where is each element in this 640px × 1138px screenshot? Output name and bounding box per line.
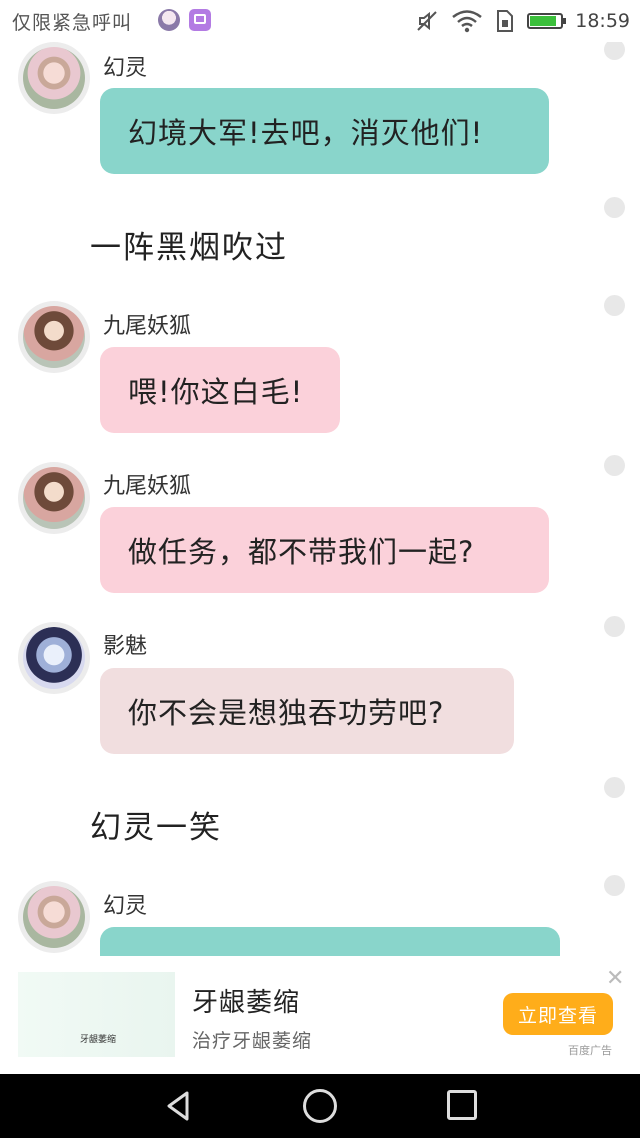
navigation-bar xyxy=(0,1074,640,1138)
message-bubble[interactable]: 幻境大军!去吧，消灭他们! xyxy=(100,88,549,174)
gallery-notification-icon xyxy=(189,9,211,31)
status-bar: 仅限紧急呼叫 18:59 xyxy=(0,0,640,42)
ad-title[interactable]: 牙龈萎缩 xyxy=(192,982,300,1019)
speaker-name: 幻灵 xyxy=(103,894,148,919)
mute-icon xyxy=(417,11,437,31)
avatar xyxy=(18,301,90,373)
avatar xyxy=(18,42,90,114)
ad-subtitle: 治疗牙龈萎缩 xyxy=(192,1030,313,1052)
sim-icon xyxy=(497,10,514,32)
back-icon[interactable] xyxy=(162,1089,196,1123)
close-icon[interactable]: ✕ xyxy=(606,966,624,991)
message-bubble[interactable] xyxy=(100,927,560,956)
speaker-name: 九尾妖狐 xyxy=(103,474,192,499)
home-icon[interactable] xyxy=(303,1089,337,1123)
ad-view-now-button[interactable]: 立即查看 xyxy=(503,993,613,1035)
battery-icon xyxy=(527,13,567,29)
ad-thumbnail[interactable]: 牙龈萎缩 xyxy=(18,972,175,1057)
speaker-name: 幻灵 xyxy=(103,56,148,81)
message-menu-dot[interactable] xyxy=(604,616,625,637)
ad-thumbnail-text: 牙龈萎缩 xyxy=(80,1035,117,1045)
avatar xyxy=(18,881,90,953)
message-menu-dot[interactable] xyxy=(604,777,625,798)
clock: 18:59 xyxy=(575,10,630,32)
wifi-icon xyxy=(452,10,483,33)
message-menu-dot[interactable] xyxy=(604,455,625,476)
message-menu-dot[interactable] xyxy=(604,875,625,896)
narration-text: 一阵黑烟吹过 xyxy=(90,230,288,266)
message-bubble[interactable]: 做任务，都不带我们一起? xyxy=(100,507,549,593)
message-menu-dot[interactable] xyxy=(604,295,625,316)
message-bubble[interactable]: 喂!你这白毛! xyxy=(100,347,340,433)
avatar xyxy=(18,462,90,534)
avatar xyxy=(18,622,90,694)
speaker-name: 影魅 xyxy=(103,634,148,659)
narration-text: 幻灵一笑 xyxy=(90,810,222,846)
chat-area[interactable]: 幻灵 幻境大军!去吧，消灭他们! 一阵黑烟吹过 九尾妖狐 喂!你这白毛! 九尾妖… xyxy=(0,42,640,956)
emergency-calls-text: 仅限紧急呼叫 xyxy=(12,12,133,34)
ad-banner[interactable]: 牙龈萎缩 牙龈萎缩 治疗牙龈萎缩 立即查看 ✕ 百度广告 xyxy=(0,956,640,1074)
message-menu-dot[interactable] xyxy=(604,197,625,218)
message-menu-dot[interactable] xyxy=(604,42,625,60)
status-icons: 18:59 xyxy=(415,8,630,34)
speaker-name: 九尾妖狐 xyxy=(103,314,192,339)
recents-icon[interactable] xyxy=(447,1090,477,1120)
notification-avatar-icon xyxy=(158,9,180,31)
message-bubble[interactable]: 你不会是想独吞功劳吧? xyxy=(100,668,514,754)
ad-label: 百度广告 xyxy=(568,1044,612,1057)
